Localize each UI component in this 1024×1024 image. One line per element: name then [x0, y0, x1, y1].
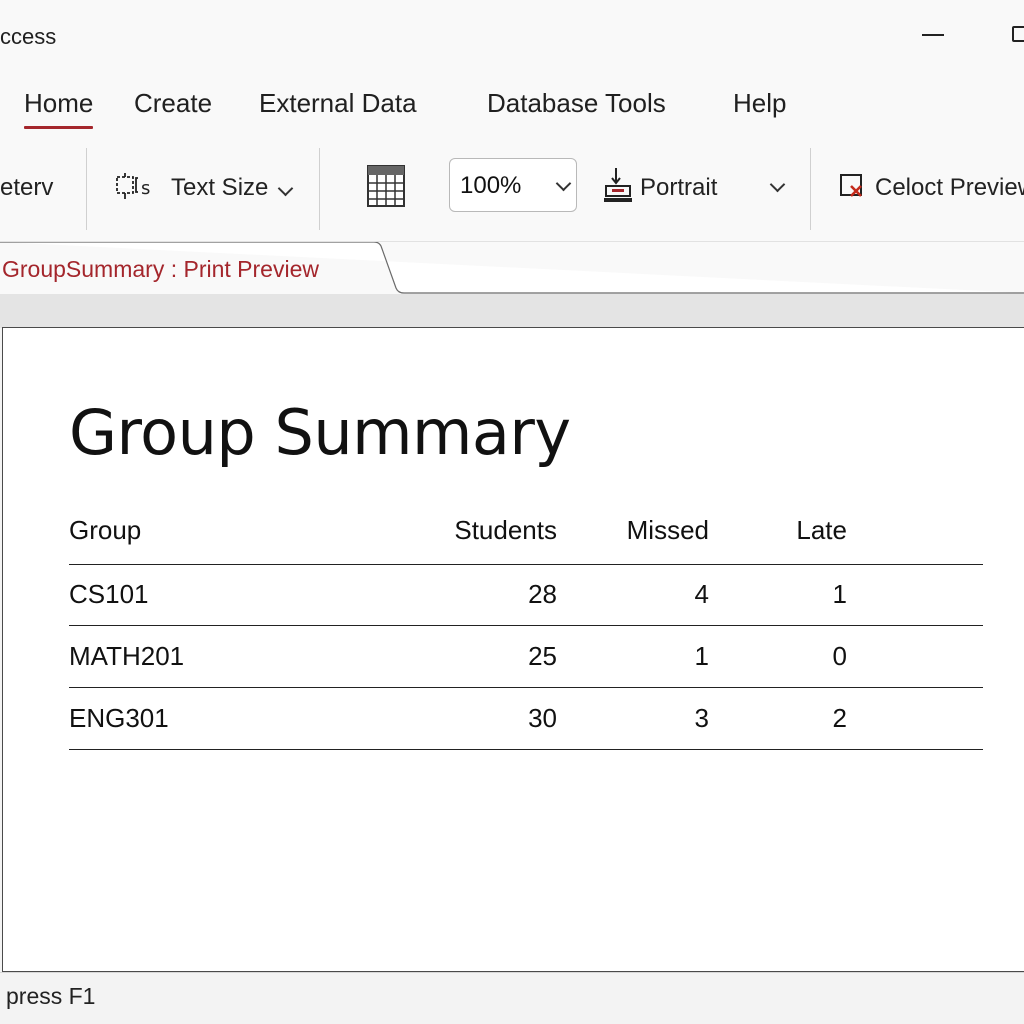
ribbon-separator — [86, 148, 87, 230]
column-header-students: Students — [454, 515, 557, 545]
svg-text:s: s — [141, 178, 150, 199]
cell-late: 0 — [832, 641, 847, 671]
cell-late: 2 — [832, 703, 847, 733]
column-header-missed: Missed — [626, 515, 709, 545]
tab-help[interactable]: Help — [733, 88, 786, 119]
cell-missed: 1 — [694, 641, 709, 671]
ribbon-tab-bar: Home Create External Data Database Tools… — [0, 70, 1024, 134]
zoom-dropdown[interactable]: 100% — [449, 158, 577, 212]
tab-external-data[interactable]: External Data — [259, 88, 417, 119]
tab-home[interactable]: Home — [24, 88, 94, 129]
ribbon-commands: eterv s Text Size 100% Portrait Celoct P… — [0, 134, 1024, 242]
grid-layout-icon[interactable] — [366, 164, 406, 213]
title-bar: ccess — [0, 0, 1024, 70]
ribbon-separator — [319, 148, 320, 230]
cell-group: ENG301 — [69, 703, 169, 733]
partial-command-label[interactable]: eterv — [0, 174, 53, 202]
row-rule — [69, 749, 983, 750]
portrait-icon — [603, 166, 633, 209]
status-text: press F1 — [6, 983, 96, 1009]
cell-students: 28 — [528, 579, 557, 609]
chevron-down-icon — [277, 180, 294, 197]
minimize-icon[interactable] — [922, 34, 944, 36]
text-size-label: Text Size — [171, 174, 269, 201]
report-page: Group Summary Group Students Missed Late… — [2, 327, 1024, 972]
header-rule — [69, 564, 983, 565]
row-rule — [69, 625, 983, 626]
cell-students: 25 — [528, 641, 557, 671]
tab-database-tools[interactable]: Database Tools — [487, 88, 666, 119]
chevron-down-icon — [555, 175, 572, 192]
cell-missed: 4 — [694, 579, 709, 609]
document-tab[interactable]: GroupSummary : Print Preview — [0, 242, 1024, 294]
status-bar: press F1 — [0, 972, 1024, 1024]
ribbon-separator — [810, 148, 811, 230]
row-rule — [69, 687, 983, 688]
app-title: ccess — [0, 24, 57, 49]
cell-late: 1 — [832, 579, 847, 609]
orientation-label: Portrait — [640, 174, 718, 201]
document-tab-strip: GroupSummary : Print Preview — [0, 242, 1024, 294]
column-header-group: Group — [69, 515, 142, 545]
tab-create[interactable]: Create — [134, 88, 212, 119]
close-preview-label: Celoct Preview — [875, 174, 1024, 201]
cell-students: 30 — [528, 703, 557, 733]
text-size-icon: s — [114, 170, 156, 207]
cell-group: MATH201 — [69, 641, 185, 671]
column-header-late: Late — [796, 515, 847, 545]
document-tab-label: GroupSummary : Print Preview — [2, 256, 319, 282]
zoom-value: 100% — [460, 172, 522, 199]
preview-margin — [0, 294, 1024, 328]
chevron-down-icon — [769, 176, 786, 193]
cell-group: CS101 — [69, 579, 149, 609]
report-title: Group Summary — [69, 396, 571, 469]
cell-missed: 3 — [694, 703, 709, 733]
close-preview-icon — [839, 172, 865, 205]
maximize-icon[interactable] — [1012, 26, 1024, 42]
